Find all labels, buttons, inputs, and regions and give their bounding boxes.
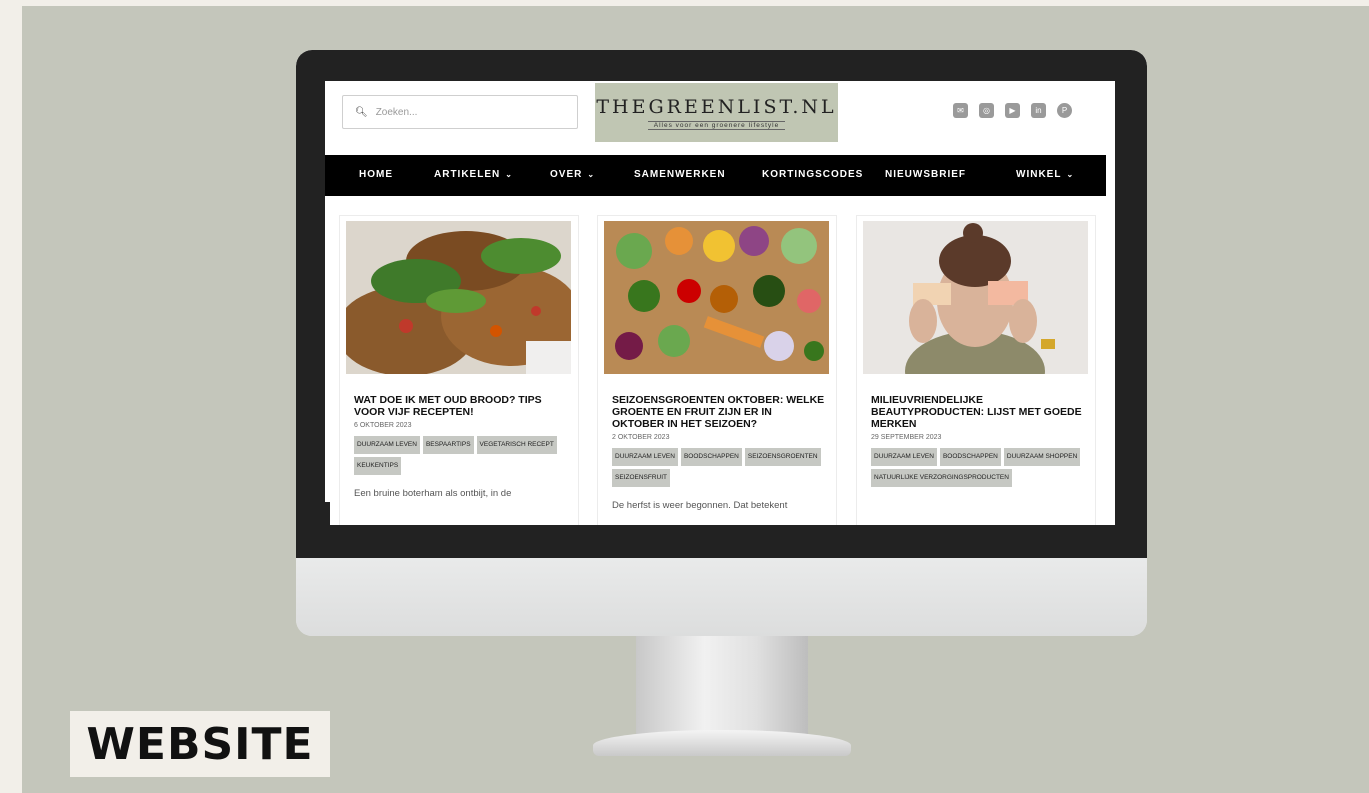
article-date: 6 OKTOBER 2023 (354, 422, 412, 429)
main-navigation: HOME ARTIKELEN ⌄ OVER ⌄ SAMENWERKEN KORTIN… (325, 155, 1106, 196)
tag[interactable]: DUURZAAM LEVEN (354, 436, 420, 454)
site-logo[interactable]: THEGREENLIST.NL Alles voor een groenere … (595, 83, 838, 142)
caption-label: WEBSITE (70, 711, 330, 777)
search-icon: 🔍︎ (355, 106, 368, 118)
tag[interactable]: VEGETARISCH RECEPT (476, 436, 557, 454)
screen-edge (325, 502, 330, 525)
article-image-beauty[interactable] (863, 221, 1088, 374)
tag[interactable]: SEIZOENSFRUIT (612, 469, 671, 487)
article-card[interactable]: MILIEUVRIENDELIJKE BEAUTYPRODUCTEN: LIJS… (856, 215, 1096, 525)
tag[interactable]: DUURZAAM LEVEN (612, 448, 678, 466)
article-image-vegetables[interactable] (604, 221, 829, 374)
youtube-icon[interactable]: ▶ (1005, 103, 1020, 118)
chevron-down-icon: ⌄ (1066, 170, 1075, 179)
tag[interactable]: NATUURLIJKE VERZORGINGSPRODUCTEN (871, 469, 1012, 487)
article-title[interactable]: MILIEUVRIENDELIJKE BEAUTYPRODUCTEN: LIJS… (871, 394, 1085, 430)
monitor-stand (636, 636, 808, 736)
monitor-chin (296, 558, 1147, 636)
nav-item-home[interactable]: HOME (359, 169, 393, 180)
tag[interactable]: DUURZAAM LEVEN (871, 448, 937, 466)
tag[interactable]: DUURZAAM SHOPPEN (1003, 448, 1081, 466)
article-tags: DUURZAAM LEVEN BESPAARTIPS VEGETARISCH R… (354, 436, 568, 475)
article-title[interactable]: WAT DOE IK MET OUD BROOD? TIPS VOOR VIJF… (354, 394, 568, 418)
search-placeholder: Zoeken... (375, 106, 418, 118)
article-content: MILIEUVRIENDELIJKE BEAUTYPRODUCTEN: LIJS… (871, 394, 1085, 487)
article-title[interactable]: SEIZOENSGROENTEN OKTOBER: WELKE GROENTE … (612, 394, 826, 430)
tag[interactable]: BOODSCHAPPEN (680, 448, 742, 466)
article-excerpt: De herfst is weer begonnen. Dat betekent (612, 500, 788, 511)
linkedin-icon[interactable]: in (1031, 103, 1046, 118)
article-content: SEIZOENSGROENTEN OKTOBER: WELKE GROENTE … (612, 394, 826, 513)
article-card[interactable]: SEIZOENSGROENTEN OKTOBER: WELKE GROENTE … (597, 215, 837, 525)
article-date: 29 SEPTEMBER 2023 (871, 434, 942, 441)
logo-title: THEGREENLIST.NL (596, 95, 837, 118)
logo-tagline: Alles voor een groenere lifestyle (647, 120, 786, 130)
pinterest-icon[interactable]: P (1057, 103, 1072, 118)
nav-item-winkel[interactable]: WINKEL ⌄ (1016, 169, 1074, 180)
search-input[interactable]: 🔍︎ Zoeken... (342, 95, 578, 129)
tag[interactable]: BOODSCHAPPEN (939, 448, 1001, 466)
website-screen: 🔍︎ Zoeken... THEGREENLIST.NL Alles voor … (325, 81, 1115, 525)
nav-item-samenwerken[interactable]: SAMENWERKEN (634, 169, 726, 180)
monitor-stand-base (593, 730, 851, 756)
chevron-down-icon: ⌄ (587, 170, 596, 179)
tag[interactable]: BESPAARTIPS (422, 436, 474, 454)
article-content: WAT DOE IK MET OUD BROOD? TIPS VOOR VIJF… (354, 394, 568, 501)
chevron-down-icon: ⌄ (505, 170, 513, 179)
nav-item-artikelen[interactable]: ARTIKELEN ⌄ (434, 169, 513, 180)
article-tags: DUURZAAM LEVEN BOODSCHAPPEN SEIZOENSGROE… (612, 448, 826, 487)
tag[interactable]: KEUKENTIPS (354, 457, 402, 475)
article-tags: DUURZAAM LEVEN BOODSCHAPPEN DUURZAAM SHO… (871, 448, 1085, 487)
instagram-icon[interactable]: ◎ (979, 103, 994, 118)
nav-item-over[interactable]: OVER ⌄ (550, 169, 595, 180)
nav-item-nieuwsbrief[interactable]: NIEUWSBRIEF (885, 169, 966, 180)
article-card[interactable]: WAT DOE IK MET OUD BROOD? TIPS VOOR VIJF… (339, 215, 579, 525)
article-date: 2 OKTOBER 2023 (612, 434, 670, 441)
nav-item-kortingscodes[interactable]: KORTINGSCODES (762, 169, 863, 180)
article-excerpt: Een bruine boterham als ontbijt, in de (354, 488, 512, 499)
mail-icon[interactable]: ✉ (953, 103, 968, 118)
tag[interactable]: SEIZOENSGROENTEN (744, 448, 821, 466)
article-image-bread[interactable] (346, 221, 571, 374)
social-links: ✉ ◎ ▶ in P (953, 103, 1072, 118)
